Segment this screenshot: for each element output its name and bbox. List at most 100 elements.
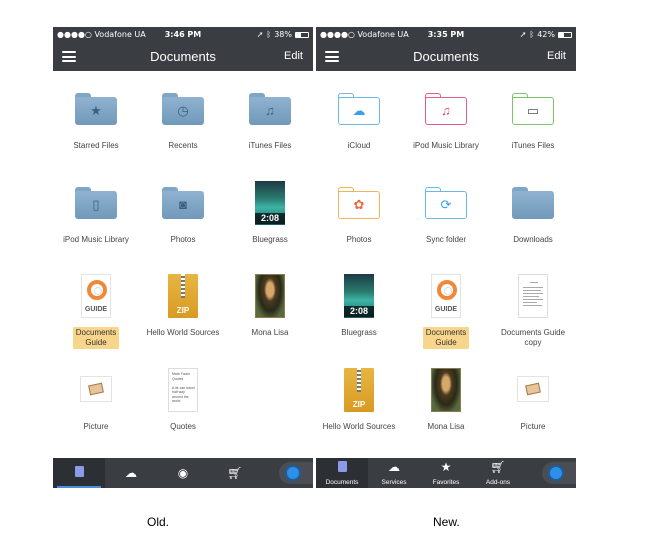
tab-label: Add-ons [485, 479, 511, 486]
grid-item-documents-guide[interactable]: GUIDE Documents Guide [53, 258, 139, 349]
grid-item-icloud[interactable]: ☁ iCloud [316, 71, 402, 161]
item-label: Photos [346, 235, 372, 244]
battery-percent: 42% [537, 30, 555, 39]
guide-badge: GUIDE [84, 306, 108, 313]
status-bar: ●●●●○ Vodafone UA 3:46 PM ➚ ᛒ 38% [53, 27, 313, 42]
tab-documents[interactable] [53, 458, 105, 488]
image-thumbnail-icon [249, 274, 291, 318]
item-label: Documents Guide [73, 327, 119, 349]
navigation-bar: Documents Edit [316, 42, 576, 71]
location-icon: ➚ [519, 30, 527, 39]
file-grid: ☁ iCloud ♫ iPod Music Library ▭ iTunes F… [316, 71, 576, 458]
grid-item-photos[interactable]: ◙ Photos [140, 165, 226, 255]
status-right: ➚ ᛒ 38% [257, 27, 309, 42]
item-label: Bluegrass [252, 235, 288, 244]
grid-item-recents[interactable]: ◷ Recents [140, 71, 226, 161]
cart-tab-icon: 🛒︎ [490, 460, 506, 474]
grid-item-picture[interactable]: Picture [490, 352, 576, 442]
item-label: iCloud [347, 141, 371, 150]
tab-documents[interactable]: Documents [316, 458, 368, 488]
tab-add-ons[interactable]: 🛒︎ Add-ons [472, 458, 524, 488]
photos-folder-icon: ✿ [338, 181, 380, 225]
grid-item-sync-folder[interactable]: ⟳ Sync folder [403, 165, 489, 255]
compass-icon [285, 465, 301, 481]
item-label: Sync folder [425, 235, 467, 244]
music-folder-icon: ♫ [425, 87, 467, 131]
grid-item-mona-lisa[interactable]: Mona Lisa [403, 352, 489, 442]
bluetooth-icon: ᛒ [529, 30, 535, 39]
sync-folder-icon: ⟳ [425, 181, 467, 225]
grid-item-ipod-music-library[interactable]: ▯ iPod Music Library [53, 165, 139, 255]
picture-icon [75, 368, 117, 412]
grid-item-downloads[interactable]: Downloads [490, 165, 576, 255]
location-icon: ➚ [256, 30, 264, 39]
tab-bar: ☁ ◉ 🛒︎ [53, 458, 313, 488]
tab-bar: Documents ☁ Services ★ Favorites 🛒︎ Add-… [316, 458, 576, 488]
grid-item-documents-guide[interactable]: GUIDE Documents Guide [403, 258, 489, 349]
item-label: Photos [170, 235, 196, 244]
item-label: Documents Guide [423, 327, 469, 349]
document-icon [512, 274, 554, 318]
camera-folder-icon: ◙ [162, 181, 204, 225]
caption-old: Old. [147, 515, 170, 529]
item-label: iPod Music Library [63, 235, 129, 244]
caption-new: New. [433, 515, 460, 529]
tab-services[interactable]: ☁ Services [368, 458, 420, 488]
grid-item-bluegrass[interactable]: 2:08 Bluegrass [316, 258, 402, 348]
documents-tab-icon [337, 461, 347, 472]
guide-document-icon: GUIDE [75, 274, 117, 318]
grid-item-itunes-files[interactable]: ▭ iTunes Files [490, 71, 576, 161]
wifi-tab-icon: ◉ [177, 466, 189, 480]
laptop-folder-icon: ▭ [512, 87, 554, 131]
battery-percent: 38% [274, 30, 292, 39]
status-bar: ●●●●○ Vodafone UA 3:35 PM ➚ ᛒ 42% [316, 27, 576, 42]
item-label: Mona Lisa [427, 422, 465, 431]
page-title: Documents [413, 49, 479, 64]
image-thumbnail-icon [425, 368, 467, 412]
edit-button[interactable]: Edit [547, 42, 566, 71]
grid-item-starred-files[interactable]: ★ Starred Files [53, 71, 139, 161]
file-grid: ★ Starred Files ◷ Recents ♫ iTunes Files… [53, 71, 313, 458]
item-label: Hello World Sources [146, 328, 220, 337]
new-app-screenshot: ●●●●○ Vodafone UA 3:35 PM ➚ ᛒ 42% Docume… [316, 27, 576, 488]
compass-icon [548, 465, 564, 481]
item-label: Bluegrass [341, 328, 377, 337]
tab-browser[interactable] [261, 458, 313, 488]
bluetooth-icon: ᛒ [266, 30, 272, 39]
item-label: Documents Guide copy [500, 328, 566, 347]
music-folder-icon: ♫ [249, 87, 291, 131]
grid-item-mona-lisa[interactable]: Mona Lisa [227, 258, 313, 348]
clock-folder-icon: ◷ [162, 87, 204, 131]
tab-cloud[interactable]: ☁ [105, 458, 157, 488]
grid-item-photos[interactable]: ✿ Photos [316, 165, 402, 255]
page-title: Documents [150, 49, 216, 64]
grid-item-hello-world-sources[interactable]: ZIP Hello World Sources [316, 352, 402, 442]
tab-label: Favorites [432, 479, 460, 486]
status-right: ➚ ᛒ 42% [520, 27, 572, 42]
item-label: Quotes [170, 422, 196, 431]
tab-cart[interactable]: 🛒︎ [209, 458, 261, 488]
tab-favorites[interactable]: ★ Favorites [420, 458, 472, 488]
grid-item-hello-world-sources[interactable]: ZIP Hello World Sources [140, 258, 226, 348]
tab-label: Services [381, 479, 407, 486]
folder-icon [512, 181, 554, 225]
grid-item-picture[interactable]: Picture [53, 352, 139, 442]
icloud-folder-icon: ☁ [338, 87, 380, 131]
grid-item-bluegrass[interactable]: 2:08 Bluegrass [227, 165, 313, 255]
battery-icon [295, 31, 309, 38]
tab-browser[interactable] [524, 458, 576, 488]
tab-label: Documents [325, 479, 359, 486]
guide-document-icon: GUIDE [425, 274, 467, 318]
edit-button[interactable]: Edit [284, 42, 303, 71]
grid-item-ipod-music-library[interactable]: ♫ iPod Music Library [403, 71, 489, 161]
star-folder-icon: ★ [75, 87, 117, 131]
tab-wifi[interactable]: ◉ [157, 458, 209, 488]
item-label: Picture [83, 422, 109, 431]
video-thumbnail-icon: 2:08 [249, 181, 291, 225]
grid-item-itunes-files[interactable]: ♫ iTunes Files [227, 71, 313, 161]
battery-icon [558, 31, 572, 38]
grid-item-quotes[interactable]: Mark Twain Quotes A lie can travel half … [140, 352, 226, 442]
grid-item-documents-guide-copy[interactable]: Documents Guide copy [490, 258, 576, 348]
old-app-screenshot: ●●●●○ Vodafone UA 3:46 PM ➚ ᛒ 38% Docume… [53, 27, 313, 488]
quote-preview: Mark Twain Quotes A lie can travel half … [172, 372, 195, 403]
